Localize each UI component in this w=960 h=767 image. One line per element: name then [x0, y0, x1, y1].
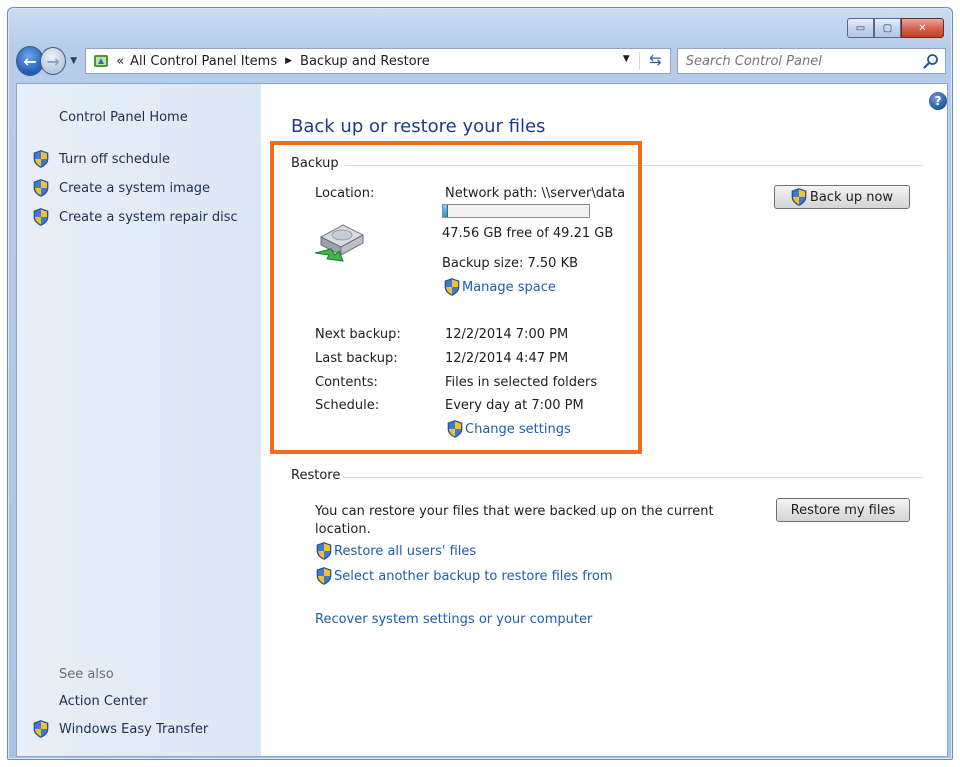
change-settings-link[interactable]: Change settings	[447, 420, 571, 438]
control-panel-home-link[interactable]: Control Panel Home	[59, 110, 188, 125]
turn-off-schedule-label: Turn off schedule	[59, 151, 170, 167]
create-system-repair-disc-label: Create a system repair disc	[59, 209, 238, 225]
next-backup-label: Next backup:	[315, 327, 401, 342]
breadcrumb-backup-and-restore[interactable]: Backup and Restore	[300, 54, 430, 69]
action-center-link[interactable]: Action Center	[59, 694, 148, 709]
create-system-repair-disc-link[interactable]: Create a system repair disc	[33, 208, 238, 226]
select-another-backup-label: Select another backup to restore files f…	[334, 568, 613, 584]
task-pane: Control Panel Home Turn off schedule Cre…	[17, 84, 261, 756]
contents-label: Contents:	[315, 375, 378, 390]
search-icon[interactable]	[923, 53, 939, 69]
windows-easy-transfer-label: Windows Easy Transfer	[59, 721, 209, 737]
schedule-label: Schedule:	[315, 398, 380, 413]
action-center-label: Action Center	[59, 694, 148, 709]
restore-description-line1: You can restore your files that were bac…	[315, 504, 714, 519]
restore-my-files-button[interactable]: Restore my files	[776, 498, 910, 522]
shield-icon	[33, 208, 49, 226]
create-system-image-link[interactable]: Create a system image	[33, 179, 210, 197]
location-value: Network path: \\server\data	[445, 186, 626, 201]
last-backup-value: 12/2/2014 4:47 PM	[445, 351, 569, 366]
recover-system-settings-label: Recover system settings or your computer	[315, 612, 593, 627]
close-button[interactable]: ✕	[901, 18, 944, 38]
address-divider	[638, 52, 640, 70]
breadcrumb-overflow-chevron[interactable]: «	[116, 54, 124, 69]
windows-easy-transfer-link[interactable]: Windows Easy Transfer	[33, 720, 208, 738]
forward-button[interactable]: →	[40, 47, 67, 75]
shield-icon	[444, 278, 460, 296]
turn-off-schedule-link[interactable]: Turn off schedule	[33, 150, 170, 168]
location-label: Location:	[315, 186, 375, 201]
backup-restore-window: ▭ ▢ ✕ ← → ▼ « All Control Panel Items ▶ …	[7, 7, 953, 760]
backup-size-text: Backup size: 7.50 KB	[442, 256, 579, 271]
next-backup-value: 12/2/2014 7:00 PM	[445, 327, 569, 342]
restore-all-users-files-label: Restore all users' files	[334, 543, 477, 559]
shield-icon	[33, 150, 49, 168]
recent-pages-dropdown[interactable]: ▼	[70, 56, 77, 66]
search-box[interactable]	[676, 48, 946, 74]
manage-space-label: Manage space	[462, 279, 556, 295]
back-up-now-label: Back up now	[809, 189, 894, 205]
disk-usage-fill	[443, 205, 448, 217]
schedule-value: Every day at 7:00 PM	[445, 398, 584, 413]
maximize-button[interactable]: ▢	[874, 18, 901, 38]
refresh-icon[interactable]: ⇆	[649, 51, 662, 69]
free-space-text: 47.56 GB free of 49.21 GB	[442, 226, 614, 241]
address-bar[interactable]: « All Control Panel Items ▶ Backup and R…	[85, 48, 671, 74]
backup-drive-icon	[314, 224, 365, 262]
shield-icon	[33, 720, 49, 738]
backup-section-divider	[345, 165, 923, 166]
back-up-now-button[interactable]: Back up now	[774, 185, 910, 209]
select-another-backup-link[interactable]: Select another backup to restore files f…	[316, 567, 613, 585]
shield-icon	[791, 188, 807, 206]
caption-buttons: ▭ ▢ ✕	[847, 18, 944, 38]
search-input[interactable]	[685, 53, 926, 69]
shield-icon	[316, 567, 332, 585]
recover-system-settings-link[interactable]: Recover system settings or your computer	[315, 612, 592, 627]
manage-space-link[interactable]: Manage space	[444, 278, 556, 296]
restore-my-files-label: Restore my files	[790, 502, 896, 518]
see-also-heading: See also	[59, 667, 114, 682]
restore-all-users-files-link[interactable]: Restore all users' files	[316, 542, 476, 560]
backup-section-heading: Backup	[291, 156, 339, 171]
content-area: Control Panel Home Turn off schedule Cre…	[16, 83, 948, 757]
control-panel-icon	[94, 55, 109, 67]
shield-icon	[316, 542, 332, 560]
last-backup-label: Last backup:	[315, 351, 398, 366]
main-panel: ? Back up or restore your files Backup L…	[261, 84, 947, 756]
restore-description-line2: location.	[315, 522, 371, 537]
disk-usage-bar	[442, 204, 590, 218]
help-button[interactable]: ?	[929, 92, 947, 110]
contents-value: Files in selected folders	[445, 375, 598, 390]
address-dropdown-icon[interactable]: ▼	[623, 54, 630, 64]
page-title: Back up or restore your files	[291, 116, 546, 137]
shield-icon	[447, 420, 463, 438]
create-system-image-label: Create a system image	[59, 180, 211, 196]
shield-icon	[33, 179, 49, 197]
minimize-button[interactable]: ▭	[847, 18, 874, 38]
change-settings-label: Change settings	[465, 421, 571, 437]
restore-section-heading: Restore	[291, 468, 341, 483]
restore-section-divider	[343, 477, 923, 478]
breadcrumb-all-control-panel-items[interactable]: All Control Panel Items	[130, 54, 277, 69]
navigation-bar: ← → ▼ « All Control Panel Items ▶ Backup…	[16, 46, 946, 76]
breadcrumb-separator-icon[interactable]: ▶	[285, 56, 292, 66]
